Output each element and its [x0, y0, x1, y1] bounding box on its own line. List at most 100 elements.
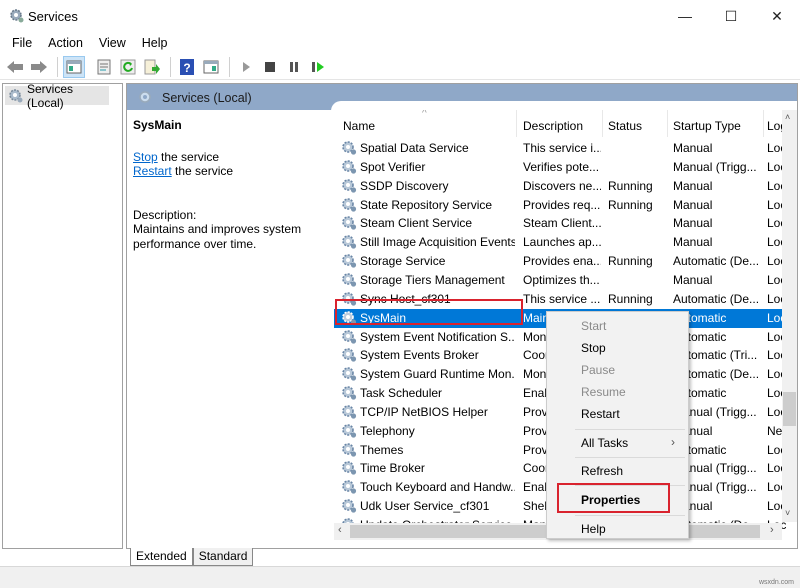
forward-button[interactable]	[28, 56, 50, 78]
cell-name: Udk User Service_cf301	[360, 499, 490, 514]
column-label: Status	[608, 119, 643, 133]
pane-header-title: Services (Local)	[162, 91, 252, 105]
refresh-button[interactable]	[117, 56, 139, 78]
column-label: Description	[523, 119, 584, 133]
export-list-button[interactable]	[141, 56, 163, 78]
service-row[interactable]: Spatial Data Service This service i... Man…	[334, 139, 786, 158]
service-gear-icon	[342, 216, 357, 230]
tree-item-label: Services (Local)	[27, 81, 74, 110]
menu-separator	[575, 515, 685, 516]
context-menu-item-resume: Resume	[581, 385, 626, 399]
cell-name: Themes	[360, 442, 404, 457]
forward-arrow-icon	[31, 60, 47, 73]
column-header-startup-type[interactable]: Startup Type	[668, 110, 764, 137]
show-action-pane-button[interactable]	[200, 56, 222, 78]
resume-service-button[interactable]	[307, 56, 329, 78]
cell-name: Time Broker	[360, 461, 425, 476]
start-service-button[interactable]	[235, 56, 257, 78]
cell-startup-type: Manual	[673, 272, 713, 287]
service-gear-icon	[342, 329, 357, 344]
cell-description: Launches ap...	[523, 235, 601, 250]
vertical-scrollbar[interactable]: ˄ ˅	[782, 110, 797, 522]
cell-name: Still Image Acquisition Events	[360, 235, 515, 250]
cell-name: Telephony	[360, 423, 415, 438]
cell-description: Steam Client...	[523, 216, 601, 231]
column-header-description[interactable]: Description	[517, 110, 603, 137]
context-menu-item-restart[interactable]: Restart	[581, 407, 620, 421]
cell-startup-type: Manual (Trigg...	[673, 159, 757, 174]
cell-name: Steam Client Service	[360, 216, 473, 231]
properties-button[interactable]	[93, 56, 115, 78]
title-bar: Services — ☐ ✕	[0, 0, 800, 34]
cell-name: TCP/IP NetBIOS Helper	[360, 404, 488, 419]
tab-extended[interactable]: Extended	[130, 548, 193, 566]
service-detail-panel: SysMain Stop the service Restart the ser…	[133, 118, 328, 252]
show-hide-console-tree-icon	[66, 60, 82, 73]
tree-item-services-local[interactable]: Services (Local)	[5, 82, 109, 110]
cell-name: Spatial Data Service	[360, 141, 469, 155]
service-row[interactable]: Storage Tiers Management Optimizes th... M…	[334, 271, 786, 290]
refresh-icon	[120, 59, 136, 74]
cell-description: Provides ena...	[523, 254, 601, 269]
cell-startup-type: Automatic (De...	[673, 291, 760, 306]
tab-standard[interactable]: Standard	[192, 548, 254, 566]
highlight-box-sysmain	[335, 299, 523, 325]
toolbar-separator	[170, 56, 171, 77]
service-row[interactable]: Still Image Acquisition Events Launches a…	[334, 233, 786, 252]
context-menu-item-help[interactable]: Help	[581, 522, 606, 536]
close-icon: ✕	[771, 7, 783, 24]
scroll-left-icon[interactable]: ‹	[338, 524, 342, 536]
service-row[interactable]: Spot Verifier Verifies pote... Manual (Tri…	[334, 158, 786, 177]
scroll-down-icon[interactable]: ˅	[785, 508, 790, 518]
maximize-icon: ☐	[724, 7, 738, 24]
restart-service-link[interactable]: Restart	[133, 164, 172, 178]
cell-startup-type: Manual	[673, 141, 713, 155]
description-label: Description:	[133, 208, 197, 222]
cell-status: Running	[608, 254, 653, 269]
menu-view[interactable]: View	[91, 34, 134, 54]
scroll-up-icon[interactable]: ˄	[785, 112, 790, 122]
service-gear-icon	[342, 235, 357, 249]
column-header-name[interactable]: Name	[334, 110, 517, 137]
stop-service-link[interactable]: Stop	[133, 150, 158, 164]
service-row[interactable]: Storage Service Provides ena... Running Aut…	[334, 252, 786, 271]
menu-action[interactable]: Action	[40, 34, 91, 54]
service-gear-icon	[342, 348, 357, 362]
back-arrow-icon	[7, 60, 23, 73]
show-hide-console-tree-button[interactable]	[63, 55, 85, 78]
cell-description: Provides req...	[523, 197, 601, 212]
back-button[interactable]	[4, 56, 26, 78]
cell-name: Storage Service	[360, 254, 446, 269]
context-menu-item-stop[interactable]: Stop	[581, 341, 606, 355]
minimize-button[interactable]: —	[662, 0, 708, 32]
help-button[interactable]: ?	[176, 56, 198, 78]
scroll-right-icon[interactable]: ›	[770, 524, 774, 536]
context-menu-item-refresh[interactable]: Refresh	[581, 464, 623, 478]
service-row[interactable]: State Repository Service Provides req... R…	[334, 196, 786, 215]
close-button[interactable]: ✕	[754, 0, 800, 32]
vertical-scroll-thumb[interactable]	[783, 392, 796, 426]
service-row[interactable]: SSDP Discovery Discovers ne... Running Manu…	[334, 177, 786, 196]
cell-status: Running	[608, 291, 653, 306]
context-menu-item-all-tasks[interactable]: All Tasks	[581, 436, 628, 450]
window-title: Services	[28, 9, 78, 24]
menu-file[interactable]: File	[4, 34, 40, 54]
cell-description: Verifies pote...	[523, 159, 600, 174]
services-gear-icon	[10, 9, 24, 23]
menu-help[interactable]: Help	[134, 34, 176, 54]
context-menu-item-pause: Pause	[581, 363, 616, 377]
svg-text:?: ?	[183, 61, 190, 75]
cell-name: System Events Broker	[360, 348, 479, 363]
stop-service-button[interactable]	[259, 56, 281, 78]
maximize-button[interactable]: ☐	[708, 0, 754, 32]
service-row[interactable]: Steam Client Service Steam Client... Manua…	[334, 214, 786, 233]
cell-name: SSDP Discovery	[360, 178, 449, 193]
menu-separator	[575, 429, 685, 430]
column-header-status[interactable]: Status	[603, 110, 668, 137]
pause-service-button[interactable]	[283, 56, 305, 78]
pause-icon	[290, 61, 298, 72]
export-list-icon	[144, 59, 160, 74]
service-gear-icon	[342, 367, 357, 381]
service-gear-icon	[342, 405, 357, 419]
cell-name: System Guard Runtime Mon...	[360, 367, 515, 382]
